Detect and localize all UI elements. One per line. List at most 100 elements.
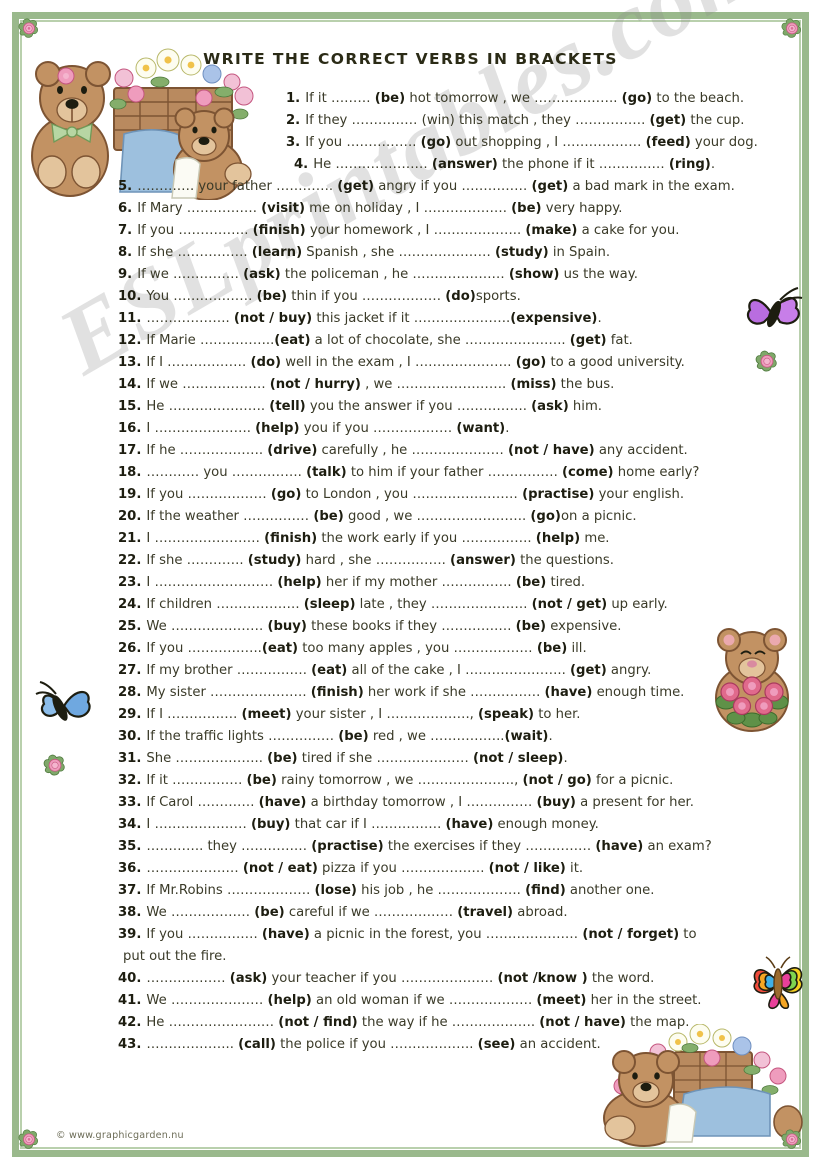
exercise-item: 2. If they …………… (win) this match , they … <box>118 110 744 131</box>
rose-icon <box>755 350 777 372</box>
exercise-text: He …………………. (tell) you the answer if you… <box>146 399 602 414</box>
exercise-text: If I ……………… (do) well in the exam , I ……… <box>146 355 685 370</box>
exercise-item: 41. We ………………… (help) an old woman if we … <box>118 990 708 1011</box>
exercise-text: She ……………….. (be) tired if she ………………… (… <box>146 751 568 766</box>
exercise-number: 41. <box>118 993 142 1008</box>
exercise-number: 34. <box>118 817 142 832</box>
exercise-number: 9. <box>118 267 133 282</box>
exercise-text: ………… you ……………. (talk) to him if your fa… <box>146 465 700 480</box>
page-title: WRITE THE CORRECT VERBS IN BRACKETS <box>203 50 618 68</box>
exercise-text: If I ……………. (meet) your sister , I ……………… <box>146 707 581 722</box>
exercise-number: 12. <box>118 333 142 348</box>
exercise-number: 40. <box>118 971 142 986</box>
exercise-item: 38. We ……………… (be) careful if we ……………… (… <box>118 902 708 923</box>
exercise-number: 17. <box>118 443 142 458</box>
exercise-number: 42. <box>118 1015 142 1030</box>
exercise-item: 16. I …………………. (help) you if you ……………… (… <box>118 418 708 439</box>
exercise-text: If it ……………. (be) rainy tomorrow , we ……… <box>146 773 674 788</box>
exercise-text: I …………………… (finish) the work early if yo… <box>146 531 610 546</box>
exercise-number: 21. <box>118 531 142 546</box>
exercise-number: 11. <box>118 311 142 326</box>
exercise-text: If you ……………..(eat) too many apples , yo… <box>146 641 587 656</box>
exercise-item: 7. If you ……………. (finish) your homework ,… <box>118 220 708 241</box>
footer-credit: © www.graphicgarden.nu <box>56 1130 184 1141</box>
exercise-text: I ……………………… (help) her if my mother …………… <box>146 575 586 590</box>
exercise-text: If you ……………. (finish) your homework , I… <box>137 223 680 238</box>
exercise-number: 26. <box>118 641 142 656</box>
exercise-item: 33. If Carol …………. (have) a birthday tomo… <box>118 792 708 813</box>
exercise-text: If you ……………… (go) to London , you ……………… <box>146 487 685 502</box>
exercise-number: 37. <box>118 883 142 898</box>
exercise-number: 1. <box>286 91 301 106</box>
exercise-item: 39. If you ……………. (have) a picnic in the … <box>118 924 708 945</box>
exercise-item: 26. If you ……………..(eat) too many apples ,… <box>118 638 708 659</box>
exercise-number: 28. <box>118 685 142 700</box>
exercise-item: 8. If she ……………. (learn) Spanish , she ……… <box>118 242 708 263</box>
rose-icon <box>781 1129 801 1149</box>
exercise-number: 25. <box>118 619 142 634</box>
exercise-number: 35. <box>118 839 142 854</box>
exercise-item: 9. If we …………… (ask) the policeman , he …… <box>118 264 708 285</box>
exercise-item: 27. If my brother ……………. (eat) all of the… <box>118 660 708 681</box>
exercise-item: 3. If you ……………. (go) out shopping , I ……… <box>118 132 758 153</box>
exercise-item: 17. If he ………………. (drive) carefully , he … <box>118 440 708 461</box>
exercise-item: 22. If she …………. (study) hard , she ……………… <box>118 550 708 571</box>
exercise-item: 30. If the traffic lights …………… (be) red … <box>118 726 708 747</box>
exercise-text: If we …………… (ask) the policeman , he ………… <box>137 267 638 282</box>
exercise-number: 30. <box>118 729 142 744</box>
exercise-item: 43. ……………….. (call) the police if you ………… <box>118 1034 708 1055</box>
exercise-text: ………………… (not / eat) pizza if you ……………….… <box>146 861 584 876</box>
exercise-number: 29. <box>118 707 142 722</box>
exercise-item: 23. I ……………………… (help) her if my mother …… <box>118 572 708 593</box>
exercise-text: If they …………… (win) this match , they ……… <box>305 113 745 128</box>
exercise-item: 42. He …………………… (not / find) the way if h… <box>118 1012 708 1033</box>
exercise-number: 5. <box>118 179 133 194</box>
exercise-text: If my brother ……………. (eat) all of the ca… <box>146 663 652 678</box>
exercise-number: 36. <box>118 861 142 876</box>
exercise-item: 31. She ……………….. (be) tired if she ………………… <box>118 748 708 769</box>
exercise-text: If Carol …………. (have) a birthday tomorro… <box>146 795 694 810</box>
exercise-item: 18. ………… you ……………. (talk) to him if your… <box>118 462 708 483</box>
exercise-text: If Mary ……………. (visit) me on holiday , I… <box>137 201 623 216</box>
exercise-item: 21. I …………………… (finish) the work early if… <box>118 528 708 549</box>
exercise-number: 8. <box>118 245 133 260</box>
exercise-number: 10. <box>118 289 142 304</box>
exercise-number: 7. <box>118 223 133 238</box>
exercise-number: 4. <box>294 157 309 172</box>
rose-icon <box>18 1129 38 1149</box>
exercise-item: 13. If I ……………… (do) well in the exam , I… <box>118 352 708 373</box>
exercise-text: If children ………………. (sleep) late , they … <box>146 597 668 612</box>
exercise-line-continuation: put out the fire. <box>118 946 708 967</box>
exercise-text: …………. they …………… (practise) the exercise… <box>146 839 712 854</box>
exercise-number: 23. <box>118 575 142 590</box>
exercise-number: 43. <box>118 1037 142 1052</box>
blue-butterfly-icon <box>35 681 91 721</box>
exercise-text: He ………………… (answer) the phone if it …………… <box>313 157 716 172</box>
exercise-number: 27. <box>118 663 142 678</box>
exercise-text: If you ……………. (have) a picnic in the for… <box>146 927 697 942</box>
rose-icon <box>18 18 38 38</box>
exercise-text: I ………………… (buy) that car if I ……………. (ha… <box>146 817 599 832</box>
exercise-text: If Marie ……………..(eat) a lot of chocolate… <box>146 333 633 348</box>
exercise-text: put out the fire. <box>123 949 227 964</box>
exercise-text: ……………….. (call) the police if you ………………… <box>146 1037 601 1052</box>
exercise-item: 35. …………. they …………… (practise) the exerc… <box>118 836 712 857</box>
exercise-number: 13. <box>118 355 142 370</box>
exercise-text: If she ……………. (learn) Spanish , she …………… <box>137 245 611 260</box>
exercise-number: 22. <box>118 553 142 568</box>
exercise-text: ………………. (not / buy) this jacket if it ……… <box>146 311 602 326</box>
exercise-number: 18. <box>118 465 142 480</box>
exercise-item: 19. If you ……………… (go) to London , you ……… <box>118 484 708 505</box>
exercise-item: 14. If we ………………. (not / hurry) , we …………… <box>118 374 708 395</box>
exercise-item: 24. If children ………………. (sleep) late , th… <box>118 594 708 615</box>
exercise-number: 20. <box>118 509 142 524</box>
exercise-text: You ……………… (be) thin if you ……………… (do)s… <box>146 289 521 304</box>
exercise-item: 4. He ………………… (answer) the phone if it ……… <box>118 154 715 175</box>
exercise-text: We ……………… (be) careful if we ……………… (tra… <box>146 905 568 920</box>
exercise-text: …………. your father …………. (get) angry if y… <box>137 179 735 194</box>
worksheet-page: ESLprintables.com WRITE THE CORRECT VERB… <box>0 0 821 1169</box>
exercise-number: 24. <box>118 597 142 612</box>
exercise-item: 36. ………………… (not / eat) pizza if you …………… <box>118 858 708 879</box>
exercise-text: If she …………. (study) hard , she ……………. (… <box>146 553 614 568</box>
exercise-item: 37. If Mr.Robins ………………. (lose) his job ,… <box>118 880 708 901</box>
